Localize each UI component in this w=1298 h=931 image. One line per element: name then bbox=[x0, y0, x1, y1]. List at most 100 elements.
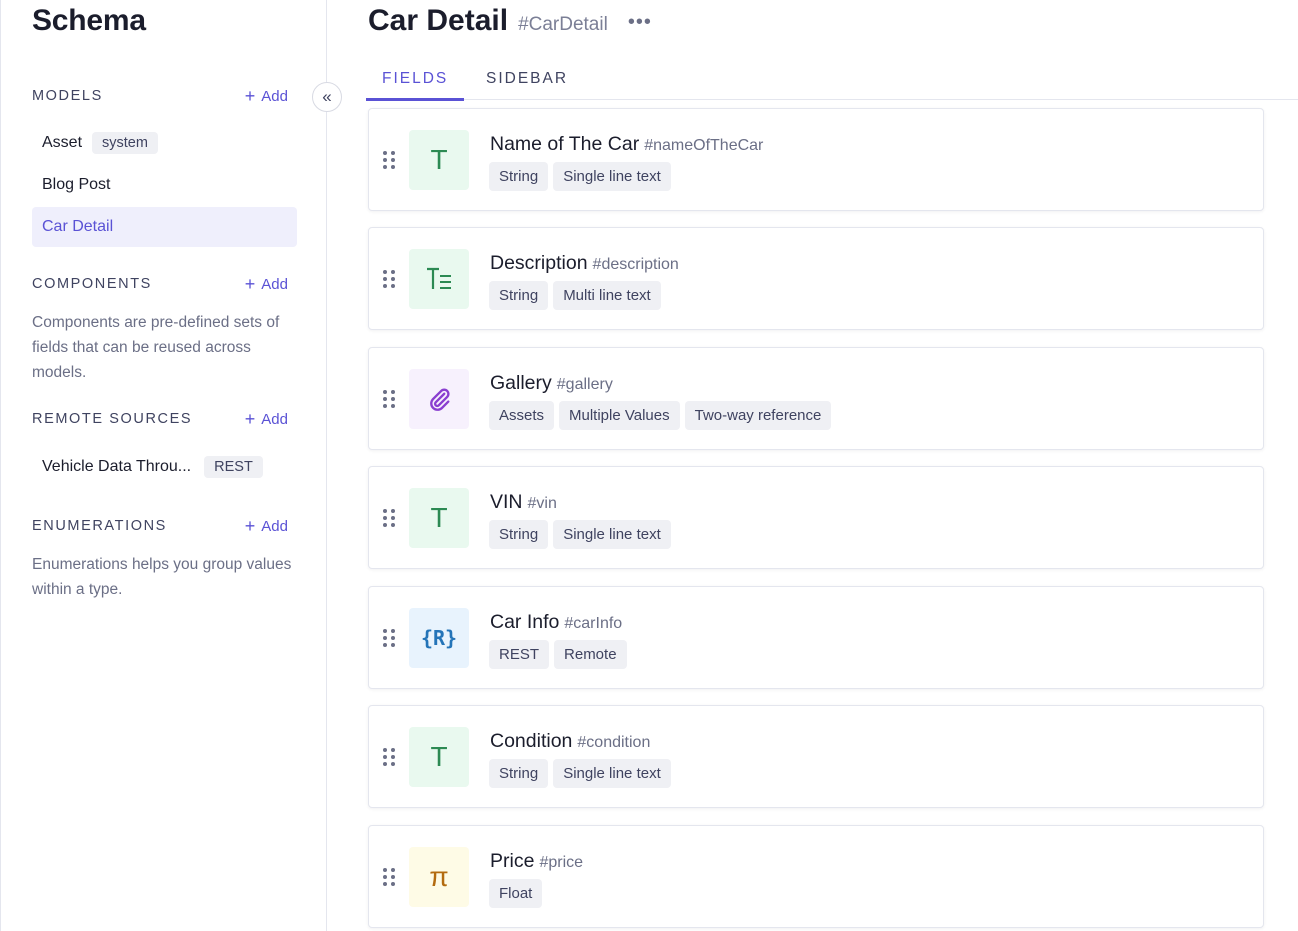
field-api-id: #gallery bbox=[556, 376, 613, 393]
field-tag: String bbox=[489, 759, 549, 788]
field-api-id: #price bbox=[539, 854, 584, 871]
tab-fields[interactable]: FIELDS bbox=[365, 70, 465, 101]
field-tags: String Single line text bbox=[489, 520, 671, 549]
paperclip-icon bbox=[409, 369, 469, 429]
schema-sidebar: Schema MODELS + Add Asset system Blog Po… bbox=[0, 0, 327, 931]
remote-sources-section-header: REMOTE SOURCES + Add bbox=[32, 409, 288, 431]
plus-icon: + bbox=[244, 409, 256, 429]
more-options-icon[interactable]: ••• bbox=[628, 11, 652, 34]
add-model-label: Add bbox=[261, 87, 288, 105]
paperclip-glyph bbox=[430, 388, 450, 411]
add-remote-source-button[interactable]: + Add bbox=[245, 410, 288, 428]
field-card[interactable]: T Name of The Car #nameOfTheCar String S… bbox=[368, 108, 1264, 211]
add-component-button[interactable]: + Add bbox=[245, 275, 288, 293]
model-editor: Car Detail #CarDetail ••• FIELDS SIDEBAR… bbox=[327, 0, 1298, 931]
drag-handle-icon[interactable] bbox=[383, 390, 395, 408]
double-chevron-left-icon: « bbox=[322, 87, 332, 106]
field-name: Condition bbox=[490, 730, 573, 752]
field-card[interactable]: {R} Car Info #carInfo REST Remote bbox=[368, 586, 1264, 689]
field-api-id: #condition bbox=[577, 734, 651, 751]
field-tag: String bbox=[489, 162, 549, 191]
field-tag: Single line text bbox=[553, 759, 671, 788]
plus-icon: + bbox=[244, 86, 256, 106]
field-tag: Assets bbox=[489, 401, 555, 430]
field-api-id: #vin bbox=[527, 495, 557, 512]
field-tag: Single line text bbox=[553, 520, 671, 549]
model-item-label: Asset bbox=[42, 134, 83, 151]
field-tag: REST bbox=[489, 640, 550, 669]
remote-sources-section-label: REMOTE SOURCES bbox=[32, 411, 193, 427]
add-model-button[interactable]: + Add bbox=[245, 87, 288, 105]
plus-icon: + bbox=[244, 516, 256, 536]
field-card[interactable]: Description #description String Multi li… bbox=[368, 227, 1264, 330]
tab-bar: FIELDS SIDEBAR bbox=[365, 62, 1298, 101]
drag-handle-icon[interactable] bbox=[383, 868, 395, 886]
field-name: Price bbox=[490, 850, 535, 872]
collapse-sidebar-button[interactable]: « bbox=[312, 82, 342, 112]
model-item-car-detail[interactable]: Car Detail bbox=[32, 207, 297, 247]
components-section-header: COMPONENTS + Add bbox=[32, 274, 288, 296]
field-api-id: #carInfo bbox=[564, 615, 623, 632]
field-api-id: #description bbox=[592, 256, 679, 273]
plus-icon: + bbox=[244, 274, 256, 294]
multi-line-text-glyph bbox=[427, 267, 451, 289]
field-tags: String Multi line text bbox=[489, 281, 661, 310]
rest-badge: REST bbox=[204, 456, 263, 478]
drag-handle-icon[interactable] bbox=[383, 509, 395, 527]
field-name: Description bbox=[490, 252, 588, 274]
drag-handle-icon[interactable] bbox=[383, 270, 395, 288]
remote-field-icon: {R} bbox=[409, 608, 469, 668]
model-item-asset[interactable]: Asset system bbox=[32, 123, 297, 163]
field-api-id: #nameOfTheCar bbox=[644, 137, 764, 154]
field-title: Price #price bbox=[490, 850, 583, 873]
field-card[interactable]: T Condition #condition String Single lin… bbox=[368, 705, 1264, 808]
field-tag: Remote bbox=[554, 640, 627, 669]
drag-handle-icon[interactable] bbox=[383, 748, 395, 766]
add-enumeration-label: Add bbox=[261, 517, 288, 535]
field-tags: String Single line text bbox=[489, 759, 671, 788]
add-component-label: Add bbox=[261, 275, 288, 293]
remote-source-item[interactable]: Vehicle Data Throu... REST bbox=[32, 447, 297, 487]
field-tags: Assets Multiple Values Two-way reference bbox=[489, 401, 832, 430]
drag-handle-icon[interactable] bbox=[383, 151, 395, 169]
field-name: Name of The Car bbox=[490, 133, 640, 155]
remote-source-label: Vehicle Data Throu... bbox=[42, 458, 192, 475]
enumerations-description: Enumerations helps you group values with… bbox=[32, 556, 292, 598]
field-title: Car Info #carInfo bbox=[490, 611, 622, 634]
field-title: Gallery #gallery bbox=[490, 372, 613, 395]
models-section-label: MODELS bbox=[32, 88, 103, 104]
drag-handle-icon[interactable] bbox=[383, 629, 395, 647]
field-title: Condition #condition bbox=[490, 730, 650, 753]
models-section-header: MODELS + Add bbox=[32, 86, 288, 108]
add-remote-source-label: Add bbox=[261, 410, 288, 428]
model-item-label: Car Detail bbox=[42, 218, 114, 235]
components-section-label: COMPONENTS bbox=[32, 276, 152, 292]
add-enumeration-button[interactable]: + Add bbox=[245, 517, 288, 535]
field-name: Car Info bbox=[490, 611, 560, 633]
enumerations-section-header: ENUMERATIONS + Add bbox=[32, 516, 288, 538]
single-line-text-icon: T bbox=[409, 488, 469, 548]
field-title: Description #description bbox=[490, 252, 679, 275]
float-icon: π bbox=[409, 847, 469, 907]
field-tag: Float bbox=[489, 879, 543, 908]
page-api-id: #CarDetail bbox=[518, 14, 608, 35]
field-tag: String bbox=[489, 281, 549, 310]
field-tag: Two-way reference bbox=[684, 401, 832, 430]
field-tags: Float bbox=[489, 879, 543, 908]
tab-sidebar[interactable]: SIDEBAR bbox=[486, 70, 568, 100]
field-title: Name of The Car #nameOfTheCar bbox=[490, 133, 763, 156]
multi-line-text-icon bbox=[409, 249, 469, 309]
field-tag: Multi line text bbox=[553, 281, 661, 310]
field-tag: String bbox=[489, 520, 549, 549]
model-item-blog-post[interactable]: Blog Post bbox=[32, 165, 297, 205]
page-title: Car Detail bbox=[368, 4, 509, 37]
field-tags: String Single line text bbox=[489, 162, 671, 191]
field-card[interactable]: T VIN #vin String Single line text bbox=[368, 466, 1264, 569]
field-card[interactable]: π Price #price Float bbox=[368, 825, 1264, 928]
field-name: VIN bbox=[490, 491, 523, 513]
field-card[interactable]: Gallery #gallery Assets Multiple Values … bbox=[368, 347, 1264, 450]
single-line-text-icon: T bbox=[409, 727, 469, 787]
components-description: Components are pre-defined sets of field… bbox=[32, 314, 280, 381]
model-item-label: Blog Post bbox=[42, 176, 111, 193]
field-title: VIN #vin bbox=[490, 491, 557, 514]
